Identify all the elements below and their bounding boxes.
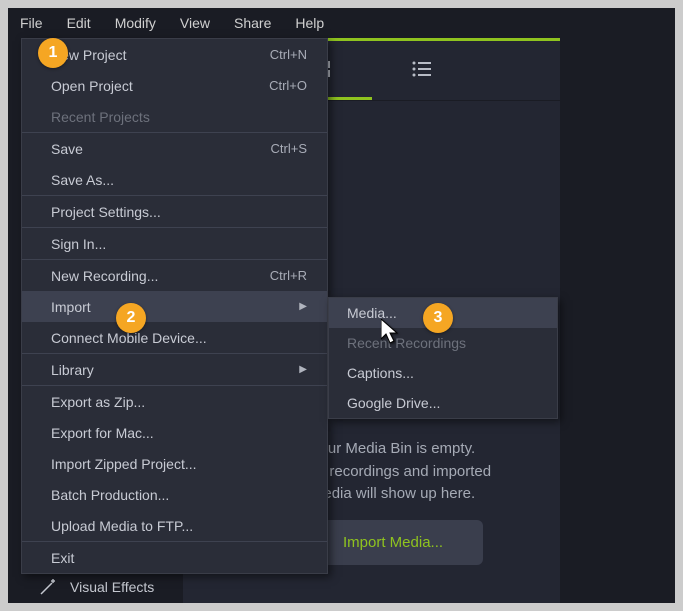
menu-label: Export as Zip... xyxy=(51,394,145,410)
menu-share[interactable]: Share xyxy=(222,10,283,36)
sidebar-item-visual-effects[interactable]: Visual Effects xyxy=(38,577,154,597)
file-menu-save-as[interactable]: Save As... xyxy=(22,164,327,195)
menu-label: Upload Media to FTP... xyxy=(51,518,193,534)
annotation-marker-2: 2 xyxy=(116,303,146,333)
file-menu-new-recording[interactable]: New Recording... Ctrl+R xyxy=(22,260,327,291)
menu-help[interactable]: Help xyxy=(283,10,336,36)
file-menu-export-zip[interactable]: Export as Zip... xyxy=(22,386,327,417)
import-recent-recordings: Recent Recordings xyxy=(329,328,557,358)
file-menu-import-zipped[interactable]: Import Zipped Project... xyxy=(22,448,327,479)
shortcut: Ctrl+N xyxy=(270,47,307,62)
menu-file[interactable]: File xyxy=(8,10,55,36)
menu-label: New Recording... xyxy=(51,268,158,284)
right-pane xyxy=(560,38,675,603)
file-menu-save[interactable]: Save Ctrl+S xyxy=(22,133,327,164)
import-google-drive[interactable]: Google Drive... xyxy=(329,388,557,418)
menu-label: Import Zipped Project... xyxy=(51,456,197,472)
file-menu-upload-ftp[interactable]: Upload Media to FTP... xyxy=(22,510,327,541)
file-menu-connect-mobile[interactable]: Connect Mobile Device... xyxy=(22,322,327,353)
shortcut: Ctrl+S xyxy=(271,141,307,156)
tab-list-view[interactable] xyxy=(372,41,472,100)
menu-label: Open Project xyxy=(51,78,133,94)
chevron-right-icon: ▶ xyxy=(299,364,307,375)
shortcut: Ctrl+R xyxy=(270,268,307,283)
sidebar-item-label: Visual Effects xyxy=(70,579,154,595)
menu-label: Import xyxy=(51,299,91,315)
menu-label: Library xyxy=(51,362,94,378)
app-window: File Edit Modify View Share Help Me xyxy=(8,8,675,603)
list-icon xyxy=(411,59,433,79)
annotation-marker-3: 3 xyxy=(423,303,453,333)
menu-label: Save As... xyxy=(51,172,114,188)
file-menu-export-mac[interactable]: Export for Mac... xyxy=(22,417,327,448)
file-menu-batch[interactable]: Batch Production... xyxy=(22,479,327,510)
file-menu-library[interactable]: Library ▶ xyxy=(22,354,327,385)
file-menu: New Project Ctrl+N Open Project Ctrl+O R… xyxy=(21,38,328,574)
cursor-icon xyxy=(381,319,401,350)
menu-label: Sign In... xyxy=(51,236,106,252)
menu-label: Project Settings... xyxy=(51,204,161,220)
file-menu-exit[interactable]: Exit xyxy=(22,542,327,573)
menu-label: Recent Projects xyxy=(51,109,150,125)
menu-edit[interactable]: Edit xyxy=(55,10,103,36)
menu-modify[interactable]: Modify xyxy=(103,10,168,36)
chevron-right-icon: ▶ xyxy=(299,301,307,312)
import-media-button[interactable]: Import Media... xyxy=(303,520,483,565)
file-menu-recent-projects: Recent Projects xyxy=(22,101,327,132)
menu-label: Batch Production... xyxy=(51,487,169,503)
menu-label: Export for Mac... xyxy=(51,425,154,441)
menu-view[interactable]: View xyxy=(168,10,222,36)
file-menu-sign-in[interactable]: Sign In... xyxy=(22,228,327,259)
menu-label: Save xyxy=(51,141,83,157)
import-captions[interactable]: Captions... xyxy=(329,358,557,388)
file-menu-open-project[interactable]: Open Project Ctrl+O xyxy=(22,70,327,101)
file-menu-import[interactable]: Import ▶ xyxy=(22,291,327,322)
file-menu-project-settings[interactable]: Project Settings... xyxy=(22,196,327,227)
menu-label: Exit xyxy=(51,550,74,566)
shortcut: Ctrl+O xyxy=(269,78,307,93)
menubar: File Edit Modify View Share Help xyxy=(8,8,675,38)
wand-icon xyxy=(38,577,58,597)
annotation-marker-1: 1 xyxy=(38,38,68,68)
